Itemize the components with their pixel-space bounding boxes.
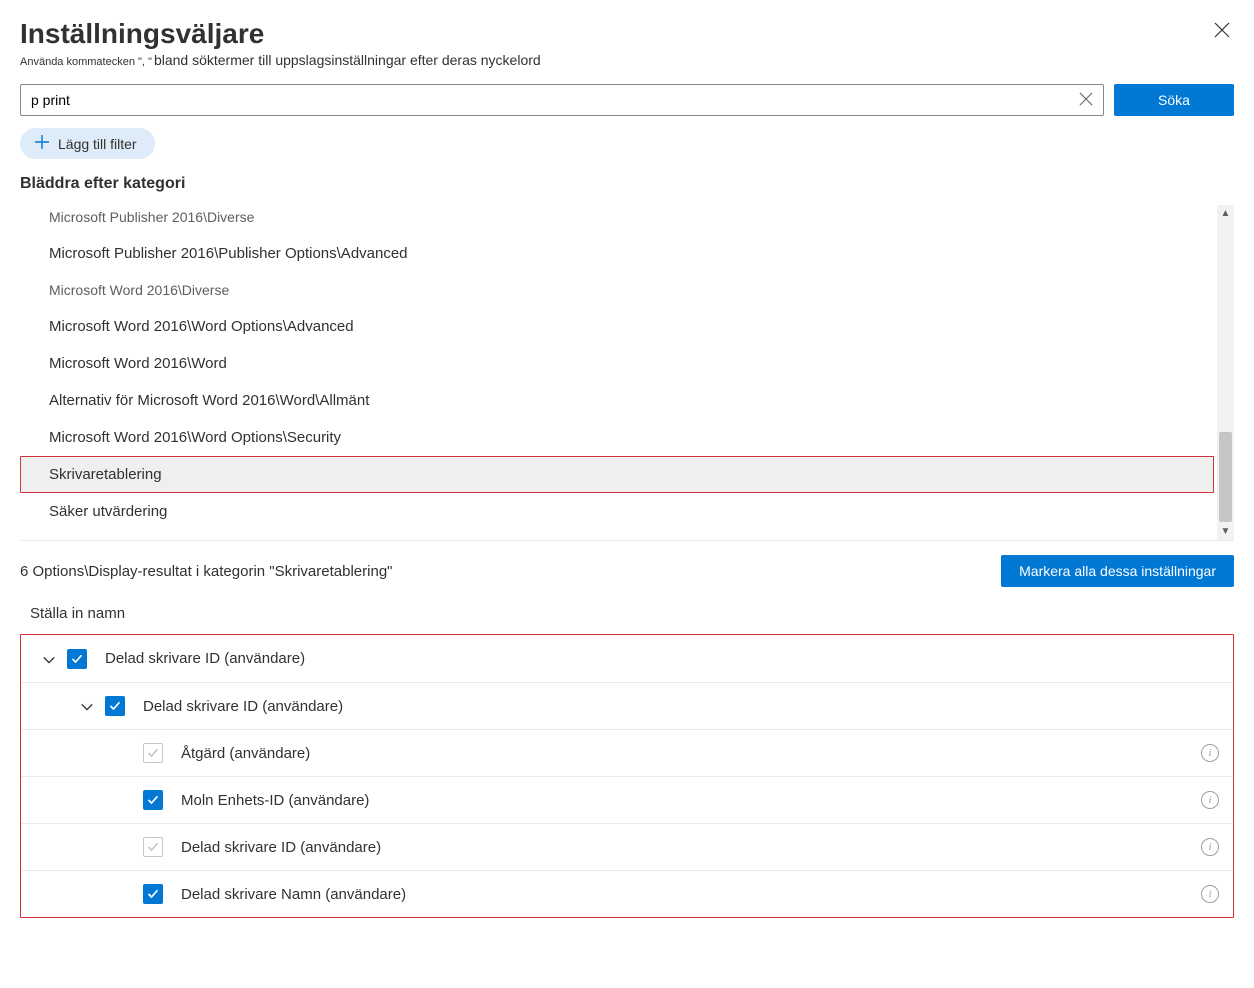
search-input[interactable]: [29, 91, 1077, 109]
category-item[interactable]: Microsoft Publisher 2016\Publisher Optio…: [20, 235, 1214, 272]
row-checkbox[interactable]: [105, 696, 125, 716]
category-item[interactable]: Microsoft Word 2016\Word Options\Advance…: [20, 308, 1214, 345]
category-item[interactable]: Microsoft Publisher 2016\Diverse: [20, 199, 1214, 235]
setting-row: Åtgärd (användare)i: [21, 729, 1233, 776]
page-subtitle: Använda kommatecken ", "bland söktermer …: [20, 52, 1234, 68]
info-icon[interactable]: i: [1201, 885, 1219, 903]
row-label: Moln Enhets-ID (användare): [181, 792, 1201, 809]
add-filter-button[interactable]: Lägg till filter: [20, 128, 155, 159]
close-icon: [1214, 22, 1230, 38]
category-item[interactable]: Säker utvärdering: [20, 493, 1214, 530]
add-filter-label: Lägg till filter: [58, 136, 137, 152]
select-all-button[interactable]: Markera alla dessa inställningar: [1001, 555, 1234, 587]
results-count: 6 Options\Display-resultat i kategorin "…: [20, 563, 392, 580]
browse-header: Bläddra efter kategori: [20, 175, 1234, 193]
setting-row: Delad skrivare ID (användare)i: [21, 823, 1233, 870]
scroll-thumb[interactable]: [1219, 432, 1232, 522]
page-title: Inställningsväljare: [20, 18, 264, 50]
check-icon: [147, 888, 159, 900]
category-item[interactable]: Microsoft Word 2016\Diverse: [20, 272, 1214, 308]
setting-row: Delad skrivare ID (användare): [21, 682, 1233, 729]
check-icon: [147, 841, 159, 853]
row-checkbox[interactable]: [143, 837, 163, 857]
chevron-down-icon: [42, 653, 56, 667]
row-checkbox[interactable]: [143, 790, 163, 810]
scroll-down-button[interactable]: ▼: [1217, 523, 1234, 540]
info-icon[interactable]: i: [1201, 838, 1219, 856]
plus-icon: [34, 134, 50, 153]
row-checkbox[interactable]: [67, 649, 87, 669]
check-icon: [147, 747, 159, 759]
close-button[interactable]: [1210, 18, 1234, 45]
clear-icon: [1079, 92, 1093, 106]
clear-search-button[interactable]: [1077, 90, 1095, 111]
check-icon: [109, 700, 121, 712]
expand-toggle[interactable]: [69, 698, 105, 714]
search-box[interactable]: [20, 84, 1104, 116]
setting-row: Delad skrivare Namn (användare)i: [21, 870, 1233, 917]
check-icon: [147, 794, 159, 806]
info-icon[interactable]: i: [1201, 744, 1219, 762]
setting-row: Delad skrivare ID (användare): [21, 635, 1233, 682]
row-label: Delad skrivare ID (användare): [181, 839, 1201, 856]
row-label: Delad skrivare Namn (användare): [181, 886, 1201, 903]
row-checkbox[interactable]: [143, 743, 163, 763]
category-item[interactable]: Skrivaretablering: [20, 456, 1214, 493]
chevron-down-icon: [80, 700, 94, 714]
scrollbar[interactable]: ▲ ▼: [1217, 205, 1234, 540]
info-icon[interactable]: i: [1201, 791, 1219, 809]
category-item[interactable]: Alternativ för Microsoft Word 2016\Word\…: [20, 382, 1214, 419]
setting-row: Moln Enhets-ID (användare)i: [21, 776, 1233, 823]
scroll-up-button[interactable]: ▲: [1217, 205, 1234, 222]
row-label: Delad skrivare ID (användare): [105, 650, 1219, 667]
row-label: Åtgärd (användare): [181, 745, 1201, 762]
category-item[interactable]: Microsoft Word 2016\Word Options\Securit…: [20, 419, 1214, 456]
check-icon: [71, 653, 83, 665]
category-item[interactable]: Microsoft Word 2016\Word: [20, 345, 1214, 382]
row-label: Delad skrivare ID (användare): [143, 698, 1219, 715]
expand-toggle[interactable]: [31, 650, 67, 666]
search-button[interactable]: Söka: [1114, 84, 1234, 116]
column-header-name: Ställa in namn: [20, 605, 1234, 634]
row-checkbox[interactable]: [143, 884, 163, 904]
